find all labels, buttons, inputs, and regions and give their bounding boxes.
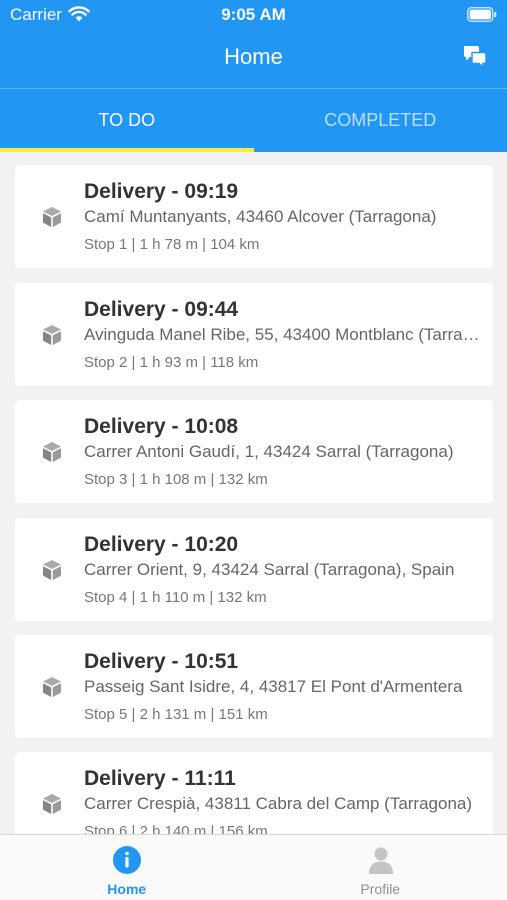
status-bar: Carrier 9:05 AM xyxy=(0,0,507,32)
app-header: Carrier 9:05 AM Home TO DO COMPLETED xyxy=(0,0,507,152)
delivery-address: Avinguda Manel Ribe, 55, 43400 Montblanc… xyxy=(84,325,482,344)
delivery-title: Delivery - 10:51 xyxy=(84,650,239,673)
tab-completed[interactable]: COMPLETED xyxy=(254,89,507,153)
delivery-meta: Stop 6 | 2 h 140 m | 156 km xyxy=(84,823,268,834)
delivery-address: Camí Muntanyants, 43460 Alcover (Tarrago… xyxy=(84,207,437,226)
delivery-card[interactable]: Delivery - 09:44 Avinguda Manel Ribe, 55… xyxy=(15,283,493,386)
person-icon xyxy=(368,847,393,874)
delivery-meta: Stop 1 | 1 h 78 m | 104 km xyxy=(84,236,260,253)
tabbar-label: Profile xyxy=(360,881,401,897)
bottom-tab-bar: Home Profile xyxy=(0,834,507,900)
package-icon xyxy=(43,325,61,345)
delivery-title: Delivery - 09:44 xyxy=(84,298,239,321)
delivery-title: Delivery - 10:08 xyxy=(84,415,239,438)
chat-icon[interactable] xyxy=(462,44,488,68)
tabbar-item-profile[interactable]: Profile xyxy=(254,835,507,900)
package-icon xyxy=(43,442,61,462)
tab-todo[interactable]: TO DO xyxy=(0,89,254,153)
delivery-title: Delivery - 11:11 xyxy=(84,767,236,790)
delivery-card[interactable]: Delivery - 10:08 Carrer Antoni Gaudí, 1,… xyxy=(15,400,493,503)
package-icon xyxy=(43,560,61,580)
delivery-title: Delivery - 10:20 xyxy=(84,533,239,556)
page-title: Home xyxy=(224,44,283,69)
delivery-meta: Stop 5 | 2 h 131 m | 151 km xyxy=(84,706,268,723)
tabbar-item-home[interactable]: Home xyxy=(0,835,254,900)
battery-icon xyxy=(467,7,497,22)
info-icon xyxy=(113,846,141,874)
delivery-address: Carrer Orient, 9, 43424 Sarral (Tarragon… xyxy=(84,560,455,579)
package-icon xyxy=(43,677,61,697)
package-icon xyxy=(43,207,61,227)
delivery-list[interactable]: Delivery - 09:19 Camí Muntanyants, 43460… xyxy=(0,152,507,834)
tabbar-label: Home xyxy=(107,881,147,897)
delivery-address: Carrer Crespià, 43811 Cabra del Camp (Ta… xyxy=(84,794,473,813)
delivery-card[interactable]: Delivery - 10:51 Passeig Sant Isidre, 4,… xyxy=(15,635,493,738)
delivery-address: Passeig Sant Isidre, 4, 43817 El Pont d'… xyxy=(84,677,463,696)
delivery-card[interactable]: Delivery - 09:19 Camí Muntanyants, 43460… xyxy=(15,165,493,268)
delivery-title: Delivery - 09:19 xyxy=(84,180,239,203)
delivery-meta: Stop 3 | 1 h 108 m | 132 km xyxy=(84,471,268,488)
package-icon xyxy=(43,794,61,814)
delivery-card[interactable]: Delivery - 10:20 Carrer Orient, 9, 43424… xyxy=(15,518,493,621)
status-time: 9:05 AM xyxy=(221,5,286,24)
delivery-address: Carrer Antoni Gaudí, 1, 43424 Sarral (Ta… xyxy=(84,442,454,461)
segment-tabs: TO DO COMPLETED xyxy=(0,88,507,152)
delivery-meta: Stop 2 | 1 h 93 m | 118 km xyxy=(84,354,259,371)
delivery-card[interactable]: Delivery - 11:11 Carrer Crespià, 43811 C… xyxy=(15,752,493,834)
delivery-meta: Stop 4 | 1 h 110 m | 132 km xyxy=(84,589,267,606)
